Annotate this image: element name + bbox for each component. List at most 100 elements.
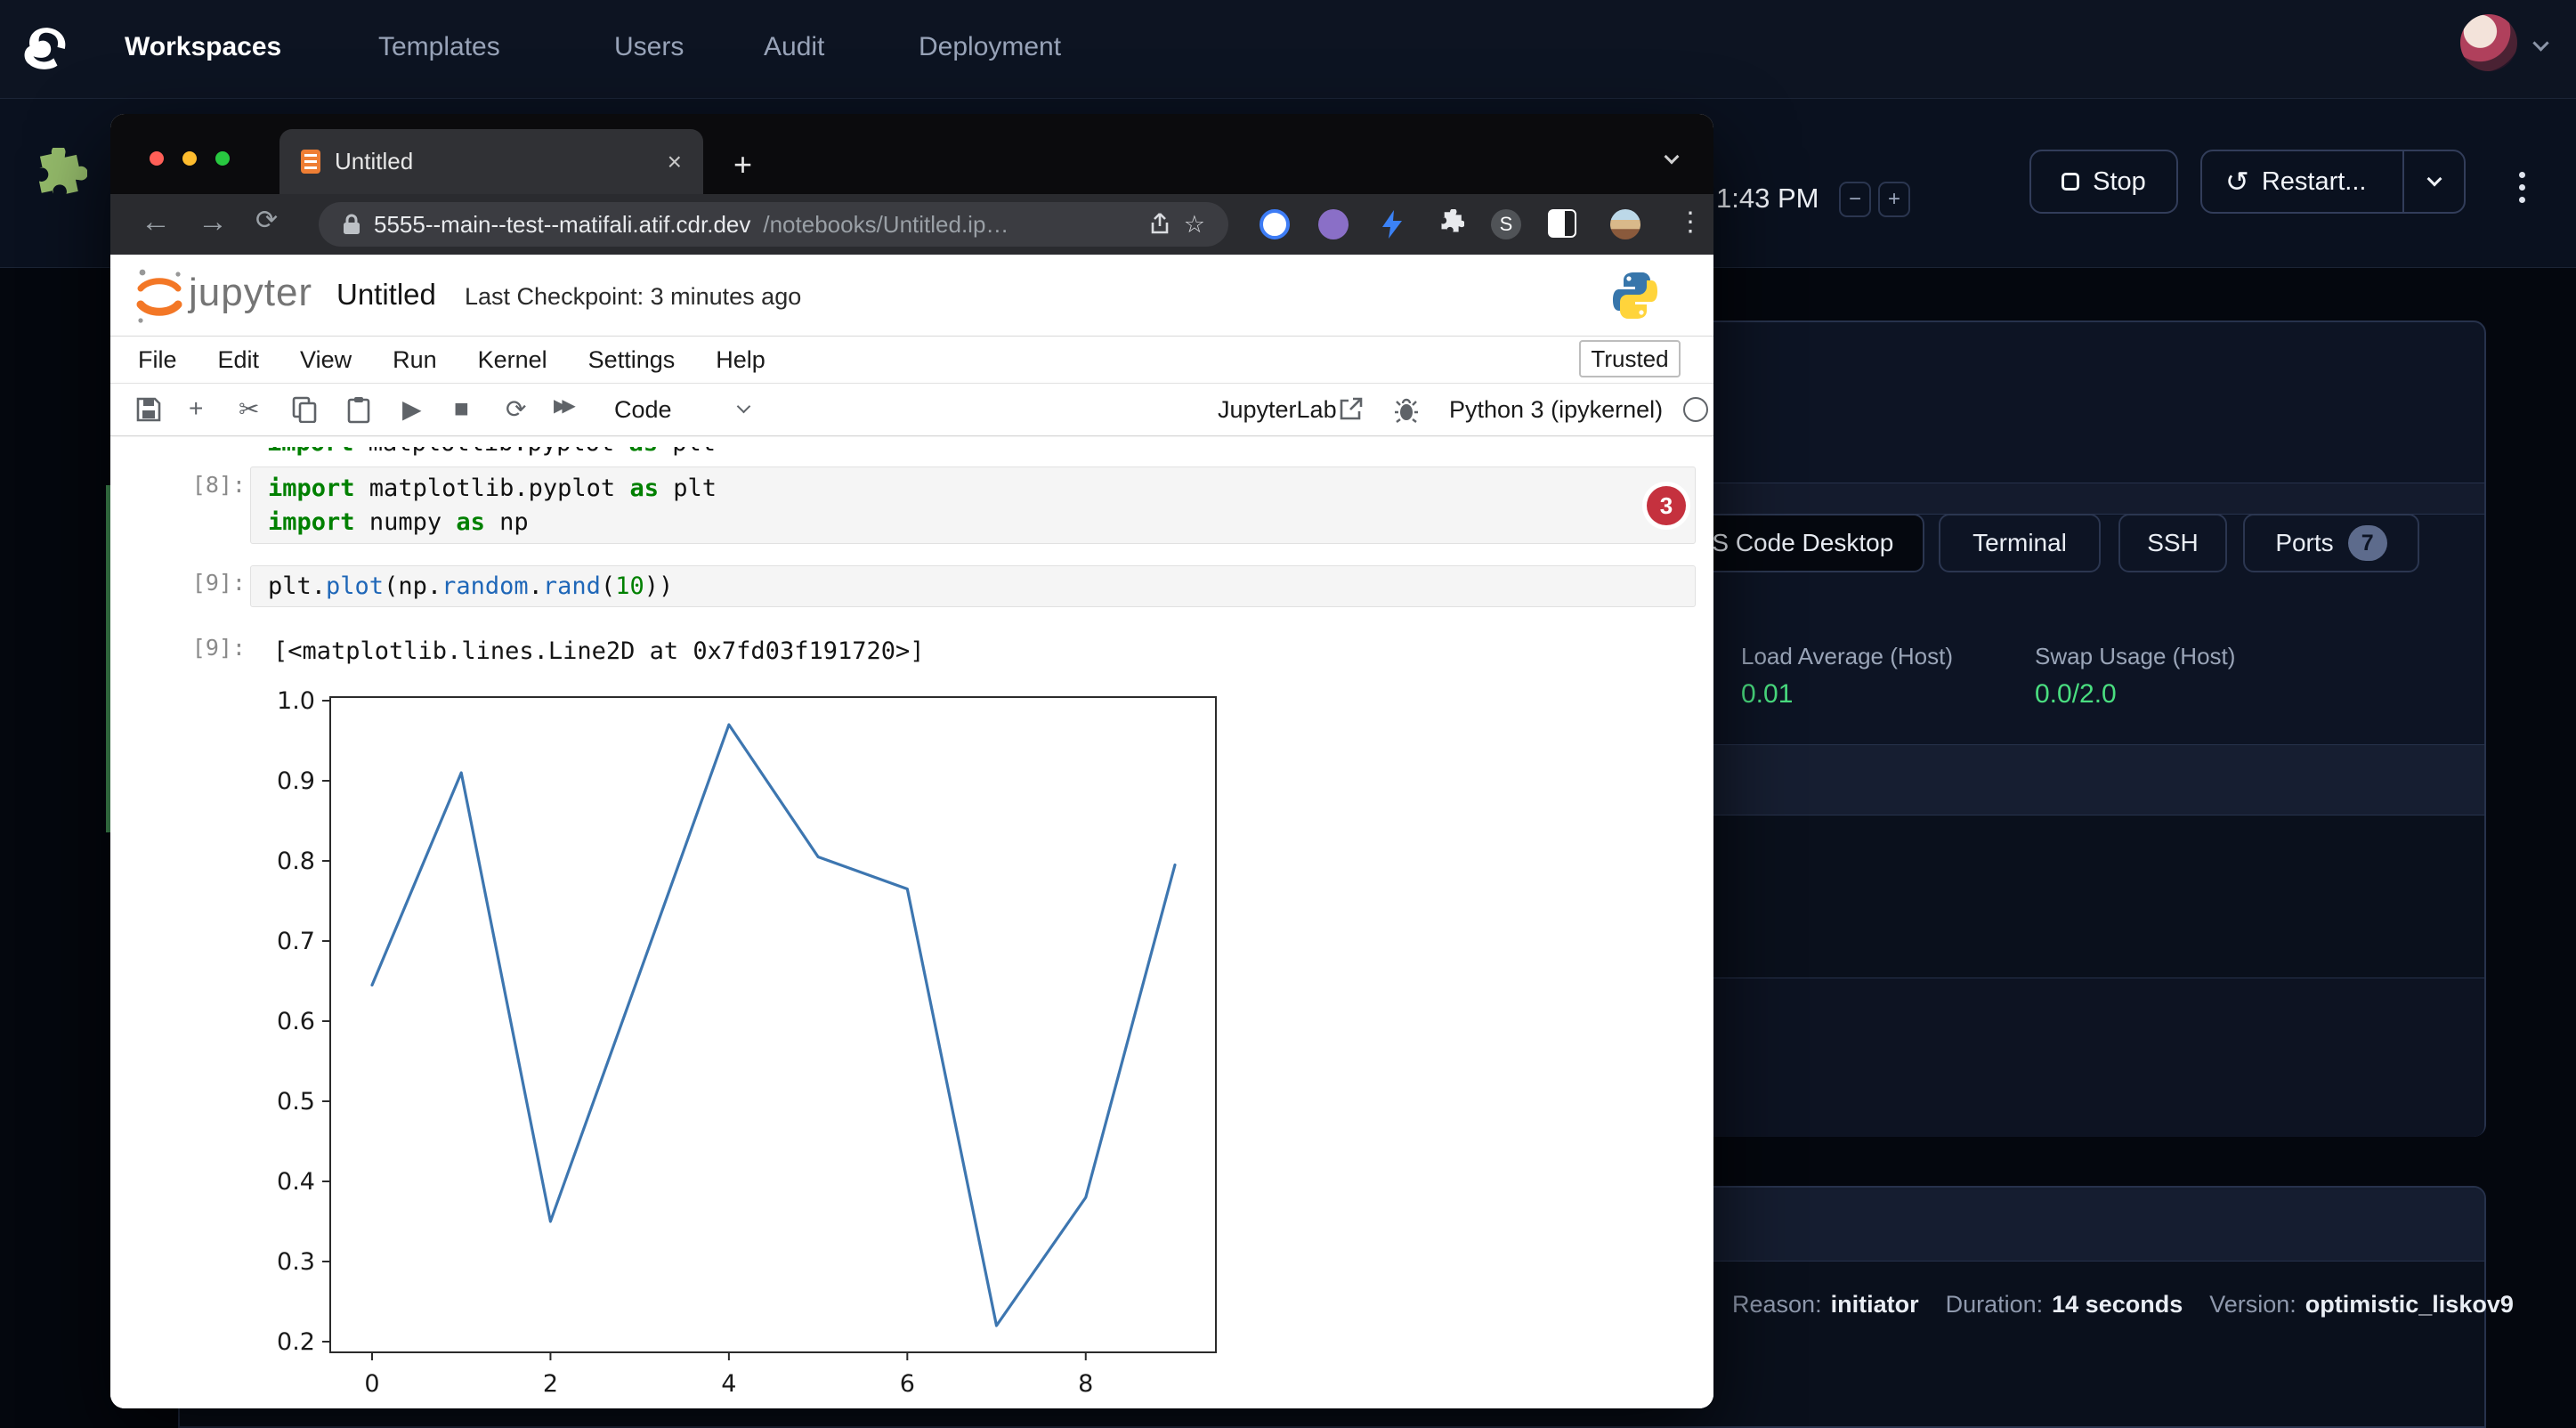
- version-label: Version:: [2209, 1291, 2297, 1318]
- kernel-name[interactable]: Python 3 (ipykernel): [1449, 396, 1663, 424]
- ports-button[interactable]: Ports 7: [2243, 514, 2419, 572]
- menu-file[interactable]: File: [138, 346, 177, 374]
- nav-item-templates[interactable]: Templates: [378, 32, 500, 62]
- ssh-button[interactable]: SSH: [2118, 514, 2227, 572]
- menu-help[interactable]: Help: [716, 346, 766, 374]
- cut-cell-icon[interactable]: ✂: [239, 394, 259, 424]
- onepassword-extension-icon[interactable]: [1260, 209, 1290, 239]
- reload-button[interactable]: ⟳: [255, 205, 278, 236]
- svg-text:4: 4: [721, 1370, 736, 1398]
- lock-icon: [342, 213, 361, 236]
- notebook-title[interactable]: Untitled: [336, 278, 436, 312]
- external-link-icon[interactable]: [1339, 396, 1364, 421]
- code-cell-9[interactable]: plt.plot(np.random.rand(10)): [250, 565, 1696, 607]
- nav-item-audit[interactable]: Audit: [764, 32, 824, 62]
- menu-kernel[interactable]: Kernel: [478, 346, 547, 374]
- cell-type-select[interactable]: Code: [614, 396, 672, 424]
- back-button[interactable]: ←: [141, 205, 171, 239]
- chevron-down-icon: [2426, 172, 2442, 187]
- zoom-in-button[interactable]: +: [1878, 182, 1910, 217]
- stat-label: Swap Usage (Host): [2035, 643, 2235, 670]
- restart-dropdown-button[interactable]: [2402, 151, 2464, 212]
- github-cat-extension-icon[interactable]: [1318, 209, 1349, 239]
- run-cell-icon[interactable]: ▶: [402, 394, 422, 424]
- code-cell-8[interactable]: import matplotlib.pyplot as plt import n…: [250, 467, 1696, 544]
- code-line: plt.plot(np.random.rand(10)): [268, 570, 1695, 604]
- svg-text:0.2: 0.2: [277, 1328, 315, 1356]
- browser-profile-avatar[interactable]: [1610, 209, 1640, 239]
- ports-label: Ports: [2275, 529, 2333, 557]
- extensions-puzzle-icon[interactable]: [1434, 209, 1464, 239]
- save-icon[interactable]: [135, 396, 162, 423]
- svg-text:2: 2: [543, 1370, 558, 1398]
- user-avatar[interactable]: [2460, 14, 2517, 71]
- jupyter-toolbar: + ✂ ▶ ■ ⟳ ▶▶ Code JupyterLab: [110, 383, 1713, 436]
- browser-menu-kebab[interactable]: ⋮: [1677, 207, 1704, 238]
- share-icon[interactable]: [1148, 212, 1171, 237]
- python-kernel-logo-icon: [1611, 271, 1659, 320]
- nav-item-workspaces[interactable]: Workspaces: [125, 32, 281, 62]
- nav-item-deployment[interactable]: Deployment: [919, 32, 1061, 62]
- jupyter-wordmark: jupyter: [189, 271, 312, 315]
- traffic-close-button[interactable]: [150, 151, 164, 166]
- workspace-time: 1:43 PM: [1716, 183, 1819, 215]
- coder-logo-icon[interactable]: [20, 23, 71, 75]
- jupyter-logo-icon: [134, 265, 185, 326]
- menu-view[interactable]: View: [300, 346, 352, 374]
- traffic-minimize-button[interactable]: [182, 151, 197, 166]
- matplotlib-figure: 1.00.90.80.70.60.50.40.30.202468: [276, 687, 1228, 1400]
- jupyter-header: jupyter Untitled Last Checkpoint: 3 minu…: [110, 255, 1713, 337]
- interrupt-kernel-icon[interactable]: ■: [454, 394, 469, 423]
- terminal-label: Terminal: [1973, 529, 2067, 557]
- debugger-bug-icon[interactable]: [1394, 398, 1419, 423]
- stat-value: 0.0/2.0: [2035, 679, 2235, 710]
- ssh-label: SSH: [2147, 529, 2199, 557]
- stylus-extension-icon[interactable]: S: [1491, 209, 1521, 239]
- jupyterlab-link[interactable]: JupyterLab: [1218, 396, 1337, 424]
- nav-item-users[interactable]: Users: [614, 32, 684, 62]
- traffic-maximize-button[interactable]: [215, 151, 230, 166]
- avatar-chevron-down-icon[interactable]: [2532, 35, 2548, 51]
- input-prompt: [9]:: [178, 570, 246, 596]
- restart-workspace-button[interactable]: ↺ Restart...: [2200, 150, 2466, 214]
- address-bar[interactable]: 5555--main--test--matifali.atif.cdr.dev/…: [319, 202, 1228, 247]
- trusted-button[interactable]: Trusted: [1579, 340, 1681, 377]
- add-cell-icon[interactable]: +: [189, 394, 203, 423]
- reason-value: initiator: [1831, 1291, 1919, 1318]
- stat-swap-usage: Swap Usage (Host) 0.0/2.0: [2035, 643, 2235, 710]
- menu-settings[interactable]: Settings: [588, 346, 676, 374]
- stat-value: 0.01: [1741, 679, 1953, 710]
- paste-cell-icon[interactable]: [347, 396, 370, 424]
- menu-edit[interactable]: Edit: [218, 346, 260, 374]
- browser-toolbar: ← → ⟳ 5555--main--test--matifali.atif.cd…: [110, 194, 1713, 255]
- input-prompt: [8]:: [178, 472, 246, 498]
- tab-close-icon[interactable]: ×: [668, 148, 682, 176]
- jupyter-page: jupyter Untitled Last Checkpoint: 3 minu…: [110, 255, 1713, 1408]
- terminal-button[interactable]: Terminal: [1939, 514, 2101, 572]
- copy-cell-icon[interactable]: [292, 396, 317, 423]
- restart-main[interactable]: ↺ Restart...: [2202, 151, 2389, 212]
- new-tab-button[interactable]: +: [733, 146, 752, 183]
- svg-text:0.4: 0.4: [277, 1168, 315, 1196]
- cell-type-chevron-icon[interactable]: [737, 400, 751, 414]
- stop-workspace-button[interactable]: Stop: [2029, 150, 2178, 214]
- restart-kernel-icon[interactable]: ⟳: [506, 394, 526, 424]
- run-all-icon[interactable]: ▶▶: [554, 394, 571, 417]
- checkpoint-status: Last Checkpoint: 3 minutes ago: [465, 283, 801, 311]
- browser-tab[interactable]: Untitled ×: [279, 129, 703, 194]
- vscode-desktop-label: VS Code Desktop: [1696, 529, 1894, 557]
- stop-square-icon: [2062, 173, 2079, 191]
- lightning-extension-icon[interactable]: [1379, 209, 1405, 239]
- browser-tabstrip: Untitled × +: [110, 114, 1713, 194]
- bookmark-star-icon[interactable]: ☆: [1184, 211, 1205, 239]
- clipped-cell-line: import matplotlib.pyplot as plt: [267, 447, 1068, 460]
- workspace-kebab-menu[interactable]: [2519, 166, 2525, 209]
- ports-count-badge: 7: [2348, 525, 2387, 561]
- svg-text:6: 6: [900, 1370, 915, 1398]
- menu-run[interactable]: Run: [393, 346, 437, 374]
- zoom-out-button[interactable]: −: [1839, 182, 1871, 217]
- tab-search-chevron-icon[interactable]: [1665, 150, 1680, 165]
- forward-button[interactable]: →: [198, 205, 228, 239]
- split-view-extension-icon[interactable]: [1548, 209, 1576, 238]
- restart-label: Restart...: [2262, 167, 2367, 197]
